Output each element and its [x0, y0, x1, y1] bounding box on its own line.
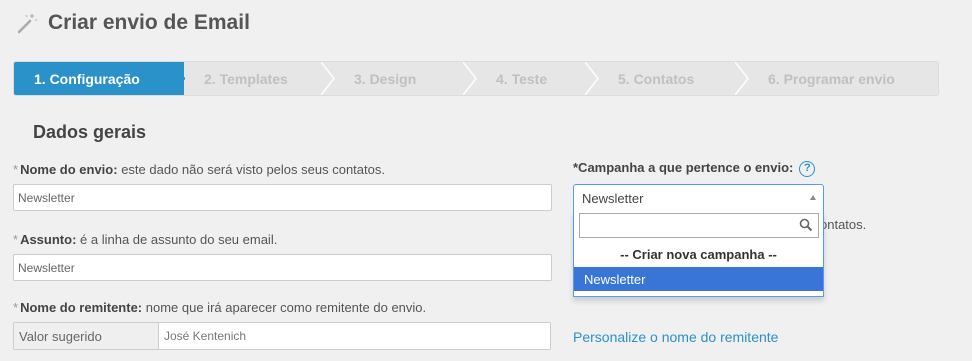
step-label: 2. Templates — [204, 70, 288, 87]
step-separator — [585, 62, 599, 95]
section-title: Dados gerais — [33, 122, 147, 142]
page-title: Criar envio de Email — [48, 11, 250, 34]
sender-name-label: * Nome do remitente: nome que irá aparece… — [13, 300, 426, 315]
required-mark: * — [13, 162, 19, 177]
label-strong: Nome do remitente: — [20, 300, 143, 315]
step-separator — [463, 62, 477, 95]
subject-label: * Assunto: é a linha de assunto do seu em… — [13, 232, 277, 247]
label-hint: este dado não será visto pelos seus cont… — [117, 162, 385, 177]
step-configuracao[interactable]: 1. Configuração — [14, 62, 185, 95]
page-header: Criar envio de Email — [16, 8, 250, 38]
obscured-text: ontatos. — [820, 217, 867, 232]
campaign-dropdown: -- Criar nova campanha -- Newsletter — [573, 211, 824, 297]
label-strong: Assunto: — [20, 232, 77, 247]
step-label: 1. Configuração — [34, 70, 140, 87]
label-hint: é a linha de assunto do seu email. — [76, 232, 278, 247]
dropdown-option-create-campaign[interactable]: -- Criar nova campanha -- — [574, 242, 823, 266]
dropdown-search-field[interactable] — [579, 213, 819, 238]
required-mark: * — [13, 300, 19, 315]
step-templates[interactable]: 2. Templates — [184, 62, 335, 95]
magic-wand-icon — [17, 14, 37, 34]
wizard-stepper: 1. Configuração 2. Templates 3. Design 4… — [13, 61, 939, 96]
help-icon[interactable]: ? — [799, 160, 816, 177]
step-label: 5. Contatos — [618, 70, 695, 87]
dropdown-option-newsletter[interactable]: Newsletter — [574, 267, 823, 291]
sender-name-input[interactable] — [159, 323, 550, 349]
envio-name-label: * Nome do envio: este dado não será visto… — [13, 162, 385, 177]
label-strong: *Campanha a que pertence o envio: — [573, 160, 794, 175]
envio-name-input[interactable] — [13, 184, 552, 211]
step-separator — [171, 62, 185, 95]
step-label: 4. Teste — [496, 70, 548, 87]
label-hint: nome que irá aparecer como remitente do … — [142, 300, 427, 315]
step-design[interactable]: 3. Design — [334, 62, 477, 95]
suggested-value-addon: Valor sugerido — [14, 323, 159, 349]
subject-input[interactable] — [13, 254, 552, 281]
search-icon — [799, 218, 813, 232]
step-programar-envio[interactable]: 6. Programar envio — [748, 62, 938, 95]
step-label: 3. Design — [354, 70, 417, 87]
campaign-label: *Campanha a que pertence o envio:? — [573, 160, 816, 177]
campaign-select[interactable]: Newsletter — [573, 184, 824, 212]
caret-up-icon — [810, 195, 816, 200]
label-strong: Nome do envio: — [20, 162, 118, 177]
select-value: Newsletter — [582, 190, 644, 206]
step-teste[interactable]: 4. Teste — [476, 62, 599, 95]
step-separator — [735, 62, 749, 95]
step-contatos[interactable]: 5. Contatos — [598, 62, 749, 95]
sender-name-group: Valor sugerido — [13, 322, 551, 350]
required-mark: * — [13, 232, 19, 247]
step-label: 6. Programar envio — [768, 70, 895, 87]
step-separator — [321, 62, 335, 95]
personalize-sender-link[interactable]: Personalize o nome do remitente — [573, 329, 778, 345]
